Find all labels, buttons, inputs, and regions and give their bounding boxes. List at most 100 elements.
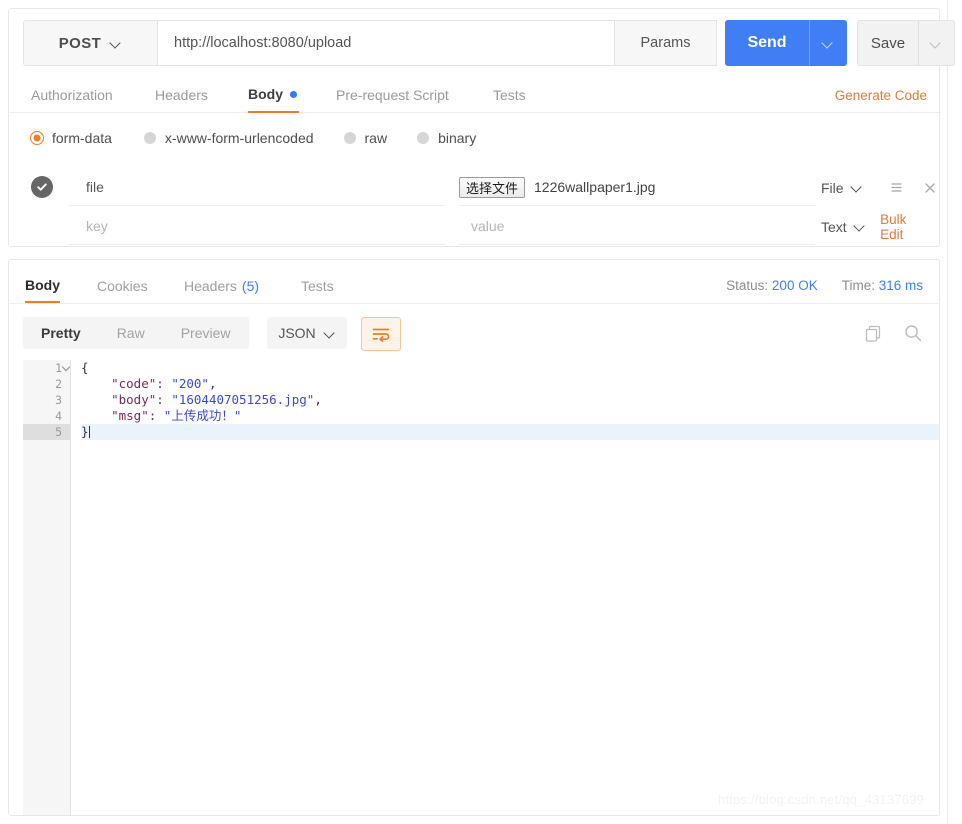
value-type-label: Text	[821, 219, 847, 235]
form-value-input[interactable]: value	[459, 208, 815, 245]
fold-toggle-icon[interactable]	[63, 364, 71, 372]
code-token-value: "200"	[171, 376, 209, 391]
response-actions	[864, 317, 923, 349]
chevron-down-icon	[823, 38, 834, 49]
watermark: https://blog.csdn.net/qq_43137699	[718, 792, 924, 807]
postman-window: POST http://localhost:8080/upload Params…	[0, 0, 962, 824]
status-label: Status:	[726, 278, 768, 293]
tab-label: Body	[25, 277, 60, 293]
wrap-lines-button[interactable]	[361, 317, 401, 351]
form-value-file-input[interactable]: 选择文件 1226wallpaper1.jpg	[459, 169, 815, 206]
radio-x-www-form-urlencoded[interactable]: x-www-form-urlencoded	[144, 130, 314, 146]
form-value-placeholder: value	[471, 218, 504, 234]
row-enabled-checkbox[interactable]	[31, 176, 53, 198]
code-token: }	[81, 424, 89, 439]
code-token: {	[81, 360, 89, 375]
search-button[interactable]	[903, 323, 923, 343]
tab-body[interactable]: Body	[248, 77, 299, 113]
url-input[interactable]: http://localhost:8080/upload	[157, 20, 615, 66]
tab-tests[interactable]: Tests	[493, 77, 526, 113]
text-caret	[89, 426, 90, 438]
form-key-input[interactable]: file	[69, 169, 445, 206]
response-tab-headers[interactable]: Headers (5)	[184, 268, 259, 303]
save-button-group: Save	[857, 20, 955, 66]
radio-label: raw	[365, 130, 388, 146]
radio-binary[interactable]: binary	[417, 130, 476, 146]
radio-raw[interactable]: raw	[344, 130, 388, 146]
line-number: 5	[23, 424, 70, 440]
headers-count: (5)	[242, 278, 259, 294]
request-tab-strip: Authorization Headers Body Pre-request S…	[9, 77, 941, 113]
value-type-dropdown[interactable]: Text	[821, 219, 874, 235]
row-tools: Text Bulk Edit	[821, 208, 929, 245]
code-token: ,	[314, 392, 322, 407]
view-mode-preview[interactable]: Preview	[163, 317, 249, 349]
code-token-key: "code":	[81, 376, 171, 391]
tab-pre-request-script[interactable]: Pre-request Script	[336, 77, 449, 113]
json-code[interactable]: { "code": "200", "body": "1604407051256.…	[71, 360, 939, 815]
value-type-label: File	[821, 180, 844, 196]
chevron-down-icon	[111, 38, 122, 49]
chevron-down-icon	[931, 38, 942, 49]
tab-label: Tests	[301, 278, 334, 294]
bulk-edit-link[interactable]: Bulk Edit	[880, 212, 929, 242]
code-line: "msg": "上传成功！"	[81, 408, 939, 424]
response-format-dropdown[interactable]: JSON	[267, 317, 347, 349]
line-number: 4	[23, 408, 70, 424]
url-bar: POST http://localhost:8080/upload Params…	[23, 20, 927, 66]
line-number-gutter: 1 2 3 4 5	[23, 360, 71, 815]
response-body-viewer[interactable]: 1 2 3 4 5 { "code": "200", "body": "1604…	[23, 360, 939, 815]
response-tab-cookies[interactable]: Cookies	[97, 268, 148, 303]
http-method-label: POST	[59, 35, 101, 52]
choose-file-button[interactable]: 选择文件	[459, 177, 525, 198]
copy-button[interactable]	[864, 324, 883, 343]
line-number: 2	[23, 376, 70, 392]
row-tools: File	[821, 169, 947, 206]
http-method-dropdown[interactable]: POST	[23, 20, 157, 66]
send-button[interactable]: Send	[725, 20, 809, 66]
row-menu-button[interactable]	[879, 176, 913, 200]
response-tab-tests[interactable]: Tests	[301, 268, 334, 303]
radio-label: form-data	[52, 130, 112, 146]
right-scroll-strip[interactable]	[947, 0, 962, 824]
response-tab-body[interactable]: Body	[25, 268, 60, 303]
search-icon	[903, 323, 923, 343]
form-key-placeholder: key	[86, 218, 108, 234]
value-type-dropdown[interactable]: File	[821, 180, 879, 196]
radio-form-data[interactable]: form-data	[31, 130, 112, 146]
response-panel: Body Cookies Headers (5) Tests Status: 2…	[8, 259, 940, 816]
radio-icon	[31, 132, 43, 144]
code-line: "code": "200",	[81, 376, 939, 392]
time-value: 316 ms	[879, 278, 923, 293]
wrap-lines-icon	[372, 327, 390, 342]
form-data-row: key value Text Bulk Edit	[31, 208, 929, 246]
view-mode-segmented-control: Pretty Raw Preview	[23, 317, 249, 349]
params-button[interactable]: Params	[615, 20, 717, 66]
line-number-text: 1	[55, 361, 62, 375]
chevron-down-icon	[852, 182, 863, 193]
view-mode-pretty[interactable]: Pretty	[23, 317, 99, 349]
view-mode-raw[interactable]: Raw	[99, 317, 163, 349]
form-key-input[interactable]: key	[69, 208, 445, 245]
time-readout: Time: 316 ms	[842, 278, 923, 293]
line-number: 3	[23, 392, 70, 408]
tab-label: Body	[248, 86, 283, 102]
tab-label: Headers	[155, 87, 208, 103]
row-delete-button[interactable]	[913, 176, 947, 200]
form-key-text: file	[86, 179, 104, 195]
send-options-button[interactable]	[809, 20, 847, 66]
save-options-button[interactable]	[918, 21, 954, 65]
code-line: {	[81, 360, 939, 376]
tab-headers[interactable]: Headers	[155, 77, 208, 113]
save-button[interactable]: Save	[858, 21, 918, 65]
tab-label: Authorization	[31, 87, 113, 103]
radio-label: binary	[438, 130, 476, 146]
code-token-value: "上传成功！"	[164, 408, 242, 423]
tab-authorization[interactable]: Authorization	[31, 77, 113, 113]
left-gutter	[0, 0, 8, 824]
url-text: http://localhost:8080/upload	[174, 35, 351, 51]
radio-icon	[417, 132, 429, 144]
generate-code-link[interactable]: Generate Code	[835, 77, 927, 113]
response-format-label: JSON	[278, 325, 315, 341]
tab-label: Cookies	[97, 278, 148, 294]
